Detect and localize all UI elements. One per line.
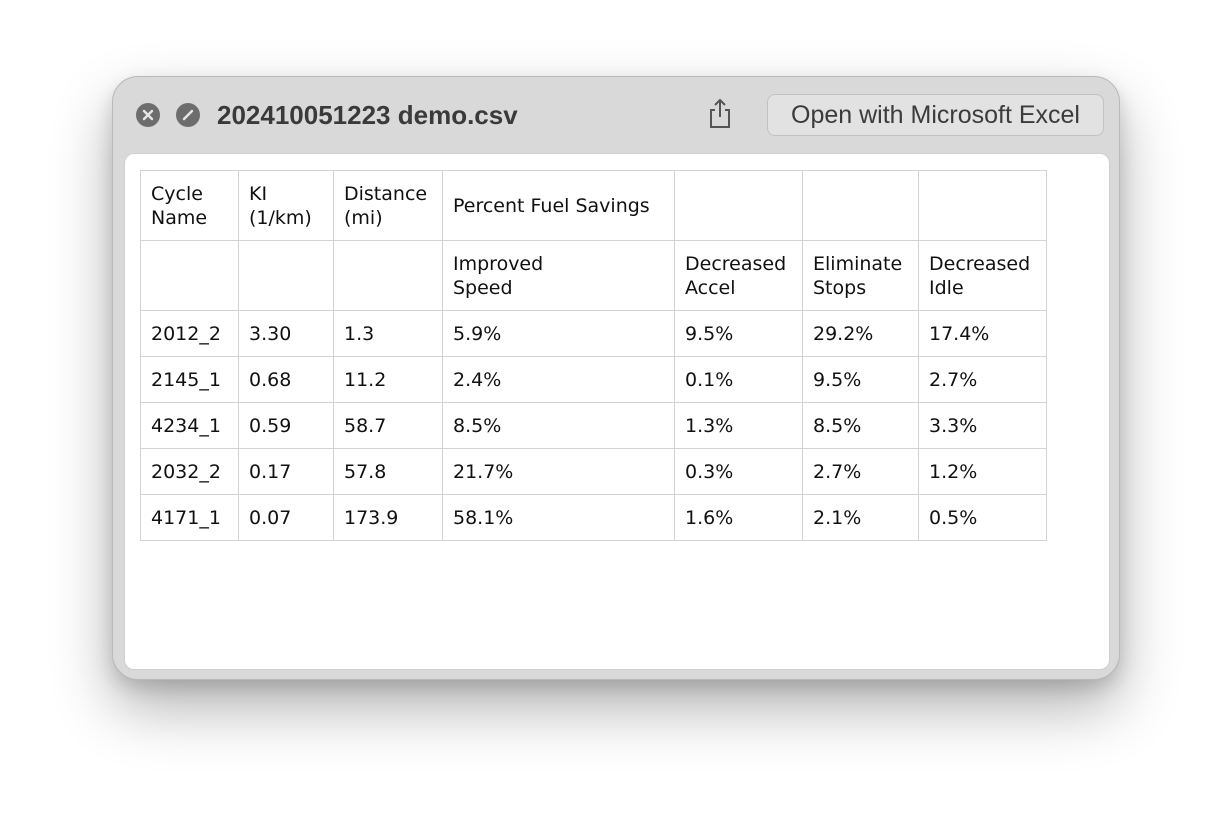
table-cell: 3.30 bbox=[238, 310, 334, 357]
table-cell: 0.1% bbox=[674, 356, 803, 403]
table-row: 2032_2 0.17 57.8 21.7% 0.3% 2.7% 1.2% bbox=[140, 448, 1047, 495]
table-cell: 4234_1 bbox=[140, 402, 239, 449]
table-cell: 0.3% bbox=[674, 448, 803, 495]
table-cell: 3.3% bbox=[918, 402, 1047, 449]
table-cell: 2.7% bbox=[802, 448, 919, 495]
table-cell: Distance (mi) bbox=[333, 170, 443, 241]
table-header-row: Cycle Name KI (1/km) Distance (mi) Percent … bbox=[140, 170, 1047, 241]
quick-look-window: 202410051223 demo.csv Open with Microsof… bbox=[112, 76, 1120, 680]
table-cell bbox=[333, 240, 443, 311]
table-cell: Improved Speed bbox=[442, 240, 675, 311]
table-cell: 29.2% bbox=[802, 310, 919, 357]
table-cell bbox=[802, 170, 919, 241]
table-cell: 57.8 bbox=[333, 448, 443, 495]
table-cell: Eliminate Stops bbox=[802, 240, 919, 311]
table-cell: Decreased Accel bbox=[674, 240, 803, 311]
table-cell: 2145_1 bbox=[140, 356, 239, 403]
table-cell: 2012_2 bbox=[140, 310, 239, 357]
table-cell: 9.5% bbox=[674, 310, 803, 357]
window-title: 202410051223 demo.csv bbox=[217, 100, 518, 130]
table-cell: 4171_1 bbox=[140, 494, 239, 541]
table-cell: KI (1/km) bbox=[238, 170, 334, 241]
table-row: 2012_2 3.30 1.3 5.9% 9.5% 29.2% 17.4% bbox=[140, 310, 1047, 357]
table-cell: Cycle Name bbox=[140, 170, 239, 241]
title-bar: 202410051223 demo.csv Open with Microsof… bbox=[113, 77, 1119, 153]
table-cell: 17.4% bbox=[918, 310, 1047, 357]
table-cell: 58.7 bbox=[333, 402, 443, 449]
table-cell: 8.5% bbox=[802, 402, 919, 449]
table-cell: Percent Fuel Savings bbox=[442, 170, 675, 241]
table-cell: Decreased Idle bbox=[918, 240, 1047, 311]
table-row: 4171_1 0.07 173.9 58.1% 1.6% 2.1% 0.5% bbox=[140, 494, 1047, 541]
table-cell: 0.17 bbox=[238, 448, 334, 495]
table-header-row: Improved Speed Decreased Accel Eliminate S… bbox=[140, 240, 1047, 311]
table-cell: 11.2 bbox=[333, 356, 443, 403]
table-cell: 9.5% bbox=[802, 356, 919, 403]
open-with-excel-button[interactable]: Open with Microsoft Excel bbox=[767, 94, 1104, 136]
share-icon[interactable] bbox=[703, 97, 737, 131]
table-cell: 0.59 bbox=[238, 402, 334, 449]
table-cell bbox=[918, 170, 1047, 241]
fullscreen-icon[interactable] bbox=[176, 103, 200, 127]
table-cell: 1.2% bbox=[918, 448, 1047, 495]
table-cell: 0.07 bbox=[238, 494, 334, 541]
table-cell bbox=[674, 170, 803, 241]
table-cell: 0.5% bbox=[918, 494, 1047, 541]
table-row: 4234_1 0.59 58.7 8.5% 1.3% 8.5% 3.3% bbox=[140, 402, 1047, 449]
table-cell: 2.4% bbox=[442, 356, 675, 403]
close-icon[interactable] bbox=[136, 103, 160, 127]
csv-table: Cycle Name KI (1/km) Distance (mi) Percent … bbox=[140, 170, 1047, 541]
table-cell: 5.9% bbox=[442, 310, 675, 357]
table-cell: 2032_2 bbox=[140, 448, 239, 495]
table-cell: 1.3% bbox=[674, 402, 803, 449]
table-cell: 21.7% bbox=[442, 448, 675, 495]
table-cell: 58.1% bbox=[442, 494, 675, 541]
table-cell: 1.6% bbox=[674, 494, 803, 541]
table-cell bbox=[140, 240, 239, 311]
table-cell bbox=[238, 240, 334, 311]
table-cell: 8.5% bbox=[442, 402, 675, 449]
table-cell: 173.9 bbox=[333, 494, 443, 541]
table-cell: 2.7% bbox=[918, 356, 1047, 403]
table-row: 2145_1 0.68 11.2 2.4% 0.1% 9.5% 2.7% bbox=[140, 356, 1047, 403]
table-cell: 0.68 bbox=[238, 356, 334, 403]
preview-content: Cycle Name KI (1/km) Distance (mi) Percent … bbox=[124, 153, 1110, 670]
table-cell: 1.3 bbox=[333, 310, 443, 357]
table-cell: 2.1% bbox=[802, 494, 919, 541]
